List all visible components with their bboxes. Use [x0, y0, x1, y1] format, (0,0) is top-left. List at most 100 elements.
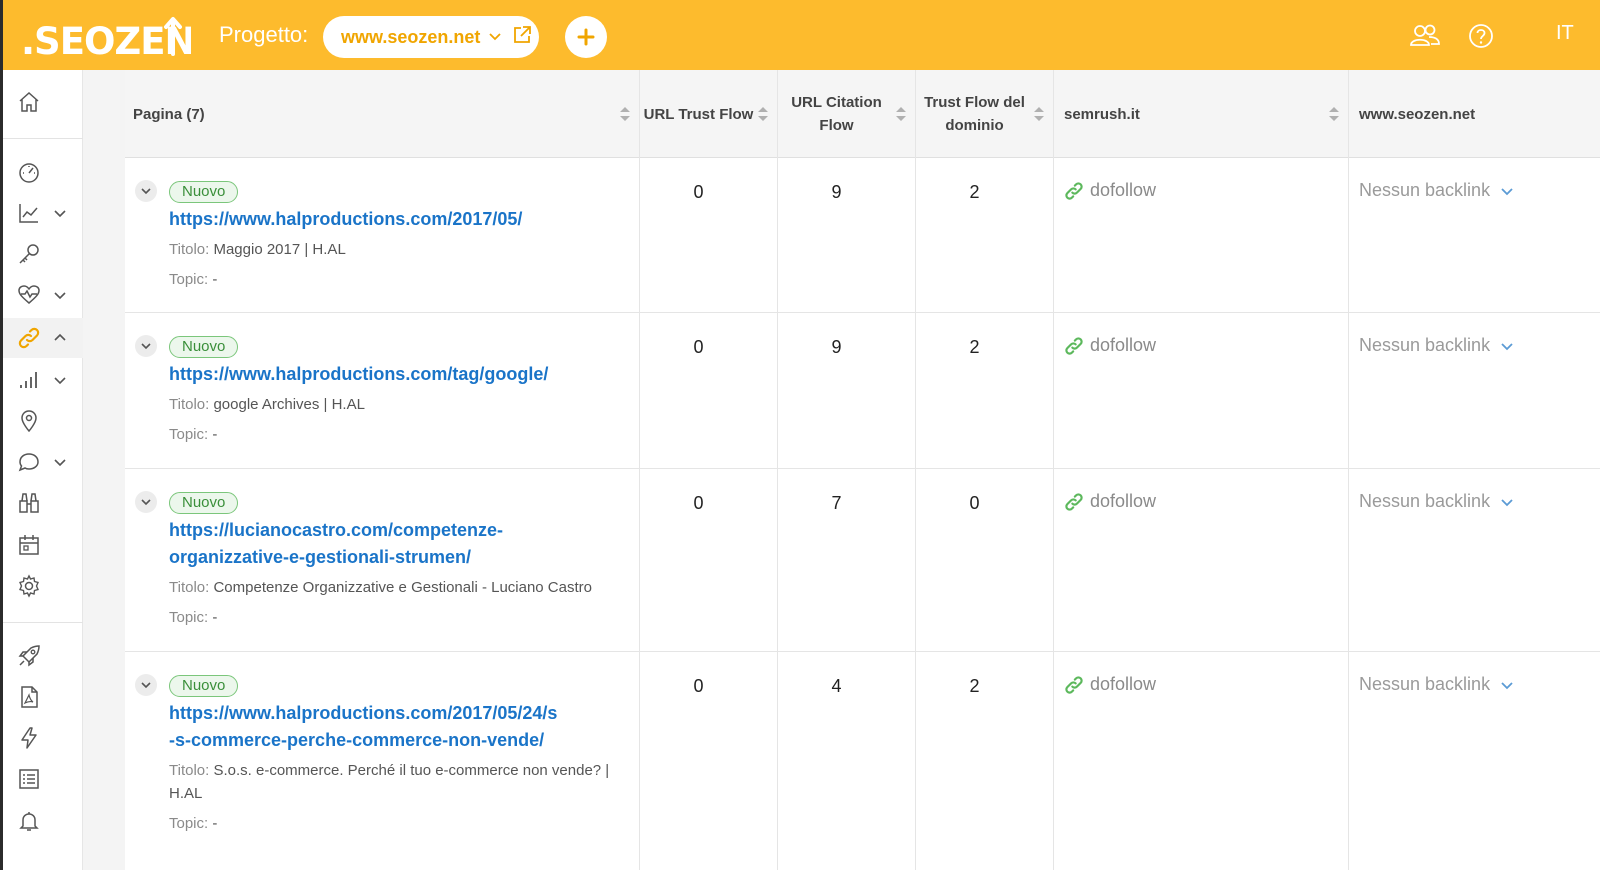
chevron-down-icon — [54, 377, 66, 385]
table-row: Nuovo https://lucianocastro.com/competen… — [125, 469, 1600, 652]
expand-row-button[interactable] — [135, 491, 157, 513]
url-citation-flow-value: 7 — [778, 469, 916, 651]
sidebar-item-keywords[interactable] — [3, 234, 83, 274]
seozen-cell: Nessun backlink — [1349, 469, 1600, 651]
table-row: Nuovo https://www.halproductions.com/201… — [125, 652, 1600, 870]
sort-icon — [896, 107, 906, 121]
semrush-cell: dofollow — [1054, 652, 1349, 870]
pdf-icon — [21, 686, 38, 708]
dofollow-status: dofollow — [1064, 674, 1156, 695]
project-label: Progetto: — [219, 22, 309, 47]
sidebar-item-tasks[interactable] — [3, 759, 83, 799]
sidebar-item-backlinks[interactable] — [3, 318, 83, 358]
page-topic: Topic: - — [169, 271, 218, 288]
sidebar-item-local[interactable] — [3, 401, 83, 441]
external-link-icon[interactable] — [512, 25, 532, 50]
column-header-trust-flow-dominio[interactable]: Trust Flow del dominio — [916, 70, 1054, 158]
url-trust-flow-value: 0 — [640, 652, 778, 870]
key-icon — [19, 244, 39, 264]
bell-icon — [19, 812, 39, 831]
sidebar-item-quick[interactable] — [3, 718, 83, 758]
trend-chart-icon — [19, 204, 38, 223]
chevron-down-icon — [141, 499, 151, 506]
domain-trust-flow-value: 2 — [916, 652, 1054, 870]
checklist-icon — [19, 769, 39, 789]
column-header-url-trust-flow[interactable]: URL Trust Flow — [640, 70, 778, 158]
chevron-down-icon — [141, 682, 151, 689]
home-icon — [19, 91, 39, 112]
expand-row-button[interactable] — [135, 674, 157, 696]
column-header-url-citation-flow[interactable]: URL Citation Flow — [778, 70, 916, 158]
chevron-down-icon — [141, 188, 151, 195]
sidebar-divider — [3, 622, 83, 623]
sidebar-item-rankings[interactable] — [3, 193, 83, 233]
help-icon[interactable] — [1465, 20, 1497, 52]
backlink-dropdown[interactable]: Nessun backlink — [1359, 335, 1514, 356]
page-cell: Nuovo https://www.halproductions.com/201… — [125, 158, 640, 312]
sidebar-item-home[interactable] — [3, 82, 83, 122]
seozen-cell: Nessun backlink — [1349, 158, 1600, 312]
column-header-seozen[interactable]: www.seozen.net — [1349, 70, 1600, 158]
url-trust-flow-value: 0 — [640, 158, 778, 312]
expand-row-button[interactable] — [135, 335, 157, 357]
column-header-label: Trust Flow del dominio — [924, 94, 1025, 134]
sort-icon — [620, 107, 630, 121]
page-topic: Topic: - — [169, 815, 218, 832]
sidebar-item-reports[interactable] — [3, 677, 83, 717]
sidebar-divider — [3, 138, 83, 139]
link-icon — [1065, 675, 1083, 694]
page-url-link[interactable]: https://www.halproductions.com/2017/05/ — [169, 206, 589, 233]
url-citation-flow-value: 9 — [778, 158, 916, 312]
project-name: www.seozen.net — [341, 26, 481, 47]
sort-icon — [1034, 107, 1044, 121]
sidebar-item-calendar[interactable] — [3, 525, 83, 565]
sidebar-item-health[interactable] — [3, 275, 83, 315]
add-project-button[interactable] — [565, 16, 607, 58]
seozen-cell: Nessun backlink — [1349, 652, 1600, 870]
page-title: Titolo: Maggio 2017 | H.AL — [169, 241, 346, 258]
sidebar — [3, 70, 83, 870]
link-icon — [1065, 181, 1083, 200]
sidebar-item-settings[interactable] — [3, 566, 83, 606]
domain-trust-flow-value: 0 — [916, 469, 1054, 651]
page-cell: Nuovo https://www.halproductions.com/201… — [125, 652, 640, 870]
plus-icon — [577, 28, 595, 46]
users-icon[interactable] — [1409, 20, 1441, 52]
chevron-down-icon — [54, 292, 66, 300]
gear-icon — [19, 574, 39, 598]
new-badge: Nuovo — [169, 336, 239, 358]
chat-bubble-icon — [18, 453, 39, 472]
lightning-icon — [21, 727, 37, 749]
column-header-label: Pagina (7) — [133, 105, 205, 123]
project-selector[interactable]: www.seozen.net — [323, 16, 539, 58]
backlink-dropdown[interactable]: Nessun backlink — [1359, 491, 1514, 512]
chevron-down-icon — [54, 210, 66, 218]
sidebar-item-alerts[interactable] — [3, 801, 83, 841]
sidebar-item-social[interactable] — [3, 442, 83, 482]
dofollow-status: dofollow — [1064, 335, 1156, 356]
page-url-link[interactable]: https://lucianocastro.com/competenze-org… — [169, 517, 589, 571]
backlink-dropdown[interactable]: Nessun backlink — [1359, 180, 1514, 201]
expand-row-button[interactable] — [135, 180, 157, 202]
domain-trust-flow-value: 2 — [916, 158, 1054, 312]
url-citation-flow-value: 9 — [778, 313, 916, 468]
sidebar-item-competitors[interactable] — [3, 483, 83, 523]
sidebar-item-analytics[interactable] — [3, 360, 83, 400]
sidebar-item-launch[interactable] — [3, 636, 83, 676]
app-window: .SEOZEN Progetto: www.seozen.net IT Pagi… — [3, 0, 1600, 870]
rocket-icon — [18, 645, 40, 667]
chevron-down-icon — [1501, 342, 1513, 350]
column-header-semrush[interactable]: semrush.it — [1054, 70, 1349, 158]
column-header-label: semrush.it — [1064, 105, 1140, 123]
page-title: Titolo: google Archives | H.AL — [169, 396, 365, 413]
page-url-link[interactable]: https://www.halproductions.com/tag/googl… — [169, 361, 589, 388]
seozen-cell: Nessun backlink — [1349, 313, 1600, 468]
bar-chart-icon — [20, 372, 37, 388]
chevron-down-icon — [1501, 681, 1513, 689]
column-header-pagina[interactable]: Pagina (7) — [125, 70, 640, 158]
sidebar-item-dashboard[interactable] — [3, 152, 83, 192]
dofollow-status: dofollow — [1064, 491, 1156, 512]
backlink-dropdown[interactable]: Nessun backlink — [1359, 674, 1514, 695]
language-selector[interactable]: IT — [1556, 22, 1574, 45]
page-url-link[interactable]: https://www.halproductions.com/2017/05/2… — [169, 700, 589, 754]
